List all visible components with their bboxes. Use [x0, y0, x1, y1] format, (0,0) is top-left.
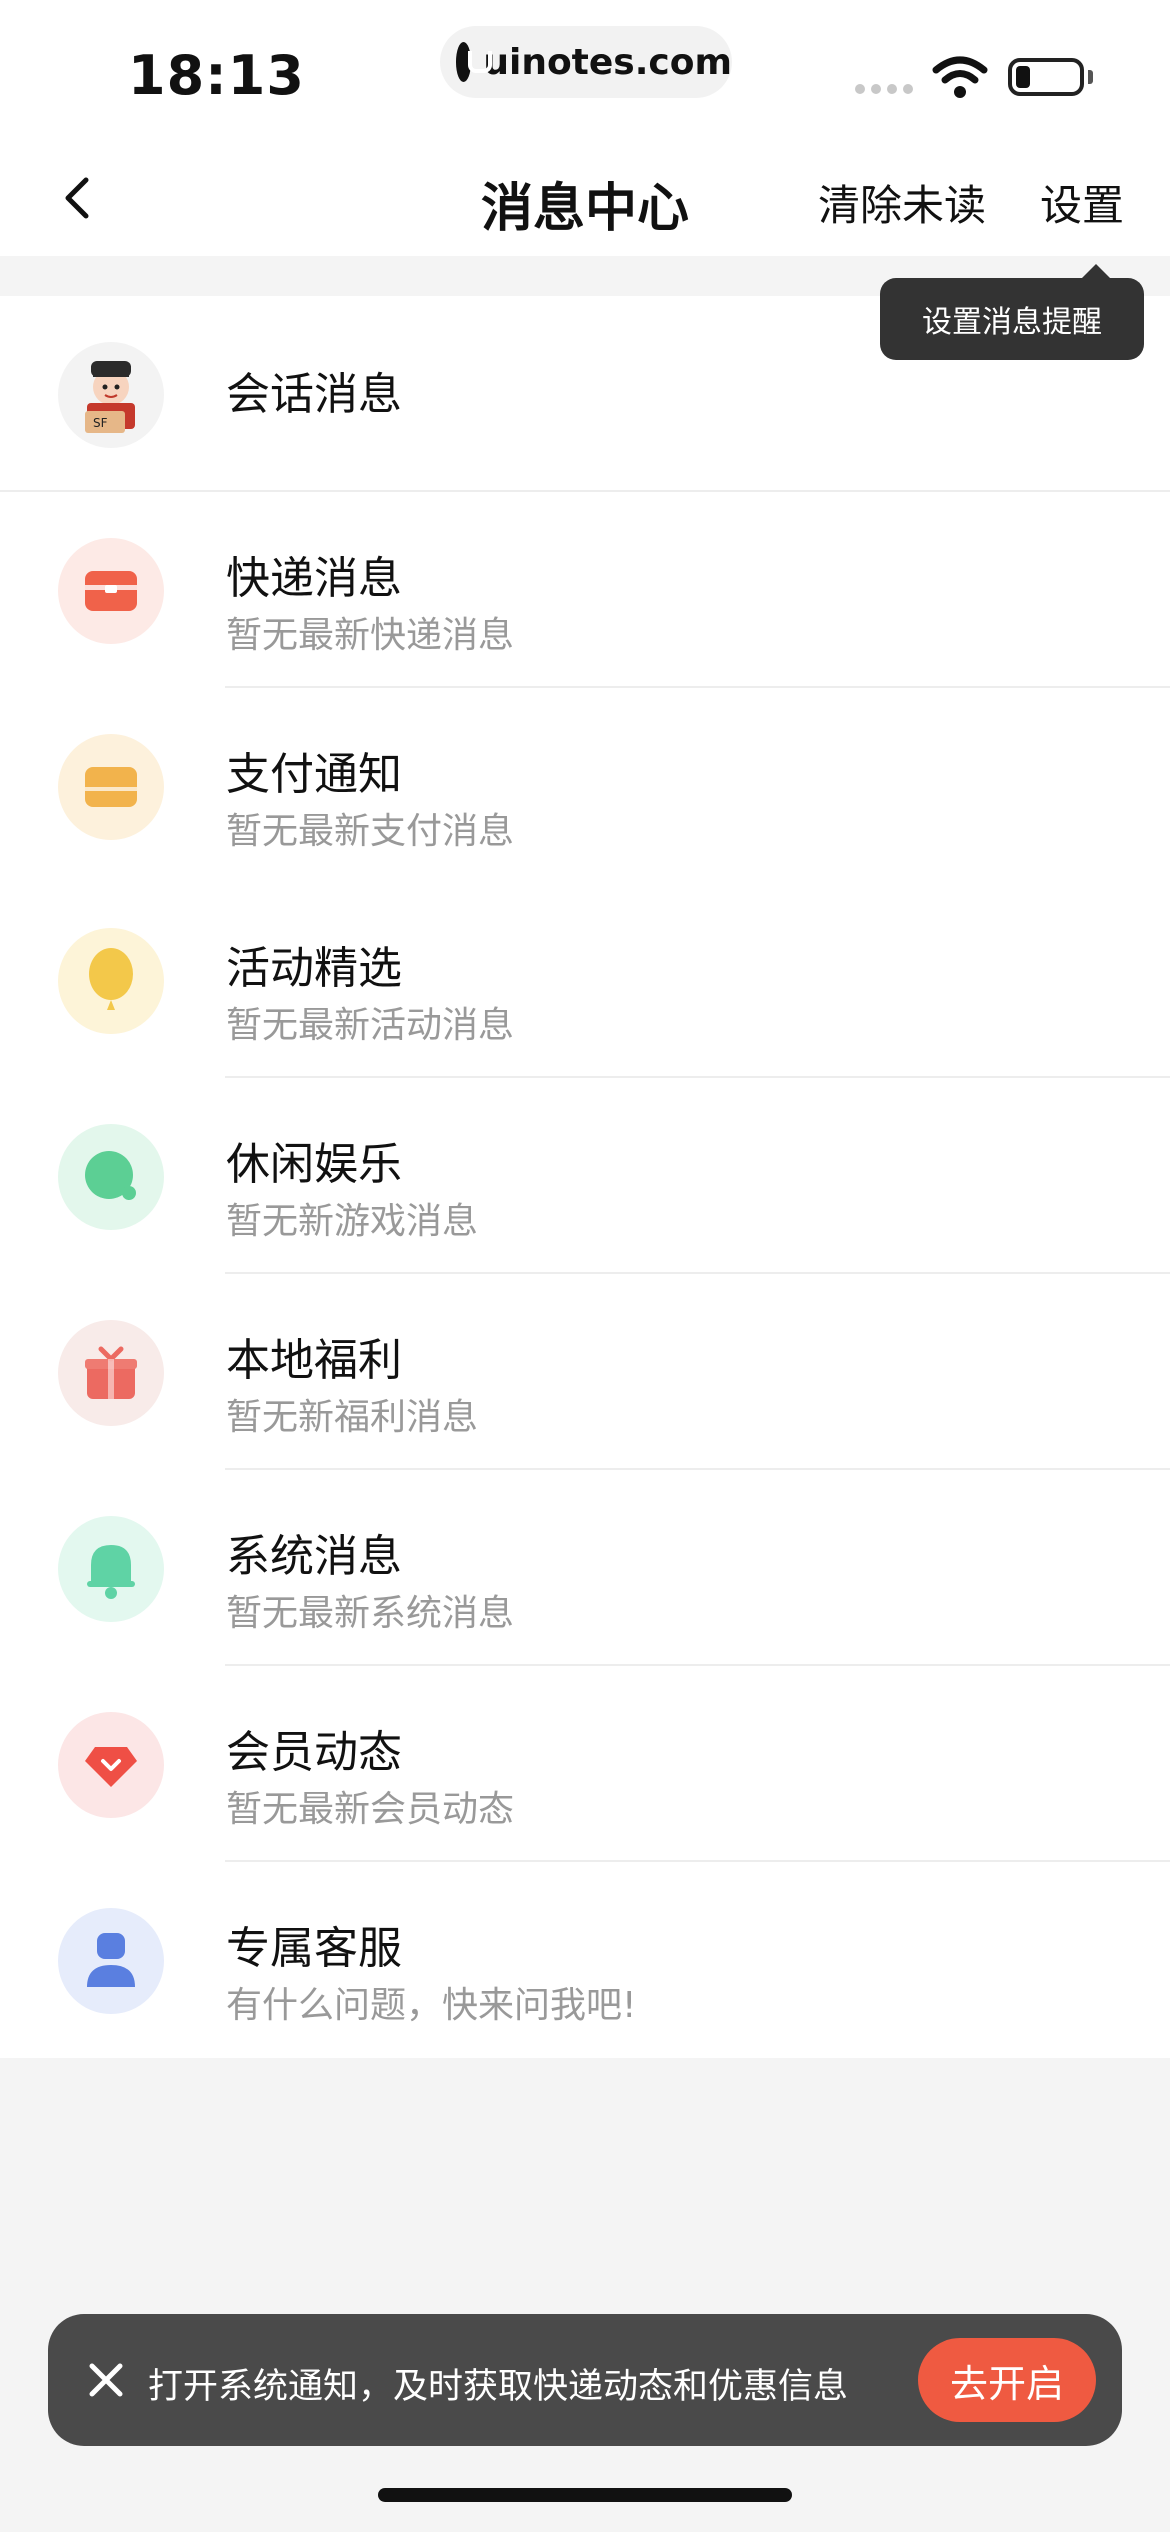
wifi-icon	[932, 56, 988, 98]
status-bar: 18:13 uinotes.com	[0, 0, 1170, 140]
courier-avatar-icon: SF	[58, 342, 164, 448]
nav-bar: 消息中心 清除未读 设置	[0, 140, 1170, 256]
list-item-system[interactable]: 系统消息 暂无最新系统消息	[0, 1470, 1170, 1666]
url-text: uinotes.com	[483, 41, 732, 83]
list-item-subtitle: 暂无最新快递消息	[226, 615, 515, 656]
list-item-title: 系统消息	[226, 1531, 402, 1582]
settings-tooltip: 设置消息提醒	[880, 264, 1144, 360]
notification-permission-toast: 打开系统通知，及时获取快递动态和优惠信息 去开启	[48, 2314, 1122, 2446]
list-item-subtitle: 有什么问题，快来问我吧!	[226, 1985, 637, 2026]
balloon-icon	[58, 928, 164, 1034]
toast-message: 打开系统通知，及时获取快递动态和优惠信息	[148, 2367, 849, 2407]
list-item-title: 专属客服	[226, 1923, 402, 1974]
home-indicator[interactable]	[378, 2488, 792, 2502]
wallet-icon	[58, 734, 164, 840]
list-item-local-benefits[interactable]: 本地福利 暂无新福利消息	[0, 1274, 1170, 1470]
enable-notifications-button[interactable]: 去开启	[918, 2338, 1096, 2422]
list-item-express[interactable]: 快递消息 暂无最新快递消息	[0, 492, 1170, 688]
battery-icon	[1008, 58, 1084, 96]
list-item-subtitle: 暂无最新活动消息	[226, 1005, 515, 1046]
list-item-subtitle: 暂无新游戏消息	[226, 1201, 479, 1242]
message-section-secondary: 活动精选 暂无最新活动消息 休闲娱乐 暂无新游戏消息 本地福利 暂无新福利消息	[0, 882, 1170, 2058]
battery-cap	[1088, 70, 1093, 84]
status-time: 18:13	[128, 44, 305, 107]
person-icon	[58, 1908, 164, 2014]
list-item-title: 本地福利	[226, 1335, 402, 1386]
chat-bubble-icon	[58, 1124, 164, 1230]
close-icon[interactable]	[78, 2352, 134, 2408]
list-item-title: 休闲娱乐	[226, 1139, 402, 1190]
diamond-icon	[58, 1712, 164, 1818]
list-item-subtitle: 暂无新福利消息	[226, 1397, 479, 1438]
page-title: 消息中心	[480, 179, 689, 239]
list-item-title: 会员动态	[226, 1727, 402, 1778]
list-item-activities[interactable]: 活动精选 暂无最新活动消息	[0, 882, 1170, 1078]
list-item-entertainment[interactable]: 休闲娱乐 暂无新游戏消息	[0, 1078, 1170, 1274]
list-item-subtitle: 暂无最新支付消息	[226, 811, 515, 852]
list-item-title: 会话消息	[226, 369, 402, 420]
list-item-customer-service[interactable]: 专属客服 有什么问题，快来问我吧!	[0, 1862, 1170, 2058]
list-item-membership[interactable]: 会员动态 暂无最新会员动态	[0, 1666, 1170, 1862]
list-item-subtitle: 暂无最新会员动态	[226, 1789, 515, 1830]
url-pill[interactable]: uinotes.com	[440, 26, 732, 98]
list-item-payment[interactable]: 支付通知 暂无最新支付消息	[0, 688, 1170, 884]
list-item-title: 活动精选	[226, 943, 402, 994]
list-item-title: 快递消息	[226, 553, 402, 604]
clear-unread-button[interactable]: 清除未读	[818, 172, 986, 233]
message-section-primary: SF 会话消息 快递消息 暂无最新快递消息 支付通知 暂无最新支付消息	[0, 296, 1170, 884]
settings-button[interactable]: 设置	[1040, 172, 1124, 233]
signal-icon	[855, 84, 913, 94]
list-item-title: 支付通知	[226, 749, 402, 800]
package-icon	[58, 538, 164, 644]
list-item-subtitle: 暂无最新系统消息	[226, 1593, 515, 1634]
svg-text:SF: SF	[93, 416, 108, 430]
bell-icon	[58, 1516, 164, 1622]
gift-icon	[58, 1320, 164, 1426]
site-logo-icon	[456, 42, 493, 82]
